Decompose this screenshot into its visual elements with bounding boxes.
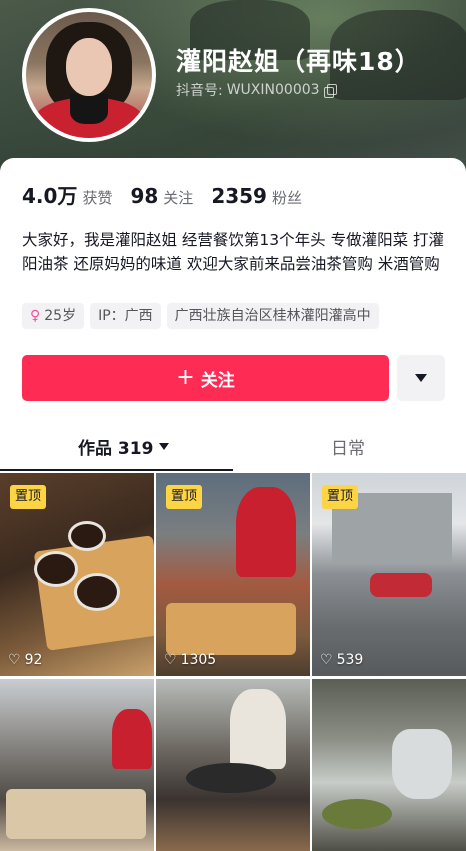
thumbnail-decor — [186, 763, 276, 793]
likes-value: 539 — [336, 652, 364, 668]
likes-value: 92 — [24, 652, 43, 668]
stat-label: 获赞 — [82, 189, 113, 207]
likes-value: 1305 — [180, 652, 217, 668]
pinned-badge: 置顶 — [166, 485, 203, 509]
heart-icon: ♡ — [8, 652, 21, 668]
video-thumbnail[interactable]: 置顶 ♡ 1305 — [156, 473, 310, 676]
follow-label: 关注 — [200, 370, 235, 391]
douyin-id-label: 抖音号: — [176, 83, 223, 99]
female-icon: ♀ — [30, 308, 41, 324]
thumbnail-decor — [6, 789, 146, 839]
video-grid: 置顶 ♡ 92 置顶 ♡ 1305 置顶 ♡ 539 — [0, 473, 466, 851]
profile-bio: 大家好，我是灌阳赵姐 经营餐饮第13个年头 专做灌阳菜 打灌阳油茶 还原妈妈的味… — [22, 231, 445, 273]
copy-icon[interactable] — [323, 84, 337, 98]
tab-daily[interactable]: 日常 — [331, 434, 365, 459]
age-label: 25岁 — [44, 308, 77, 324]
stat-value: 98 — [130, 184, 159, 208]
heart-icon: ♡ — [320, 652, 333, 668]
thumbnail-decor — [392, 729, 452, 799]
tab-works-label: 作品 319 — [78, 439, 154, 459]
heart-icon: ♡ — [164, 652, 177, 668]
location-tag[interactable]: 广西壮族自治区桂林灌阳灌高中 — [166, 303, 379, 329]
thumbnail-decor — [370, 573, 432, 597]
chevron-down-icon — [415, 374, 427, 382]
thumbnail-decor — [74, 573, 120, 611]
profile-tags: ♀ 25岁 IP：广西 广西壮族自治区桂林灌阳灌高中 — [22, 303, 379, 329]
more-options-button[interactable] — [397, 355, 445, 401]
stat-following[interactable]: 98 关注 — [130, 184, 193, 208]
stat-label: 粉丝 — [271, 189, 302, 207]
thumbnail-decor — [68, 521, 106, 551]
active-tab-indicator — [0, 469, 233, 471]
tab-works[interactable]: 作品 319 — [78, 434, 170, 459]
video-thumbnail[interactable] — [156, 679, 310, 851]
thumbnail-decor — [230, 689, 286, 769]
likes-count: ♡ 1305 — [164, 652, 216, 668]
video-thumbnail[interactable] — [0, 679, 154, 851]
ip-tag: IP：广西 — [90, 303, 161, 329]
douyin-id-row[interactable]: 抖音号: WUXIN00003 — [176, 80, 337, 100]
thumbnail-decor — [112, 709, 152, 769]
plus-icon: + — [176, 365, 195, 390]
video-thumbnail[interactable] — [312, 679, 466, 851]
avatar-image — [26, 12, 152, 138]
thumbnail-decor — [166, 603, 296, 655]
video-thumbnail[interactable]: 置顶 ♡ 539 — [312, 473, 466, 676]
thumbnail-decor — [236, 487, 296, 577]
likes-count: ♡ 92 — [8, 652, 42, 668]
thumbnail-decor — [34, 551, 78, 587]
content-tabs: 作品 319 日常 — [0, 428, 466, 472]
chevron-down-icon — [159, 443, 170, 450]
stat-likes[interactable]: 4.0万 获赞 — [22, 180, 112, 209]
likes-count: ♡ 539 — [320, 652, 363, 668]
video-thumbnail[interactable]: 置顶 ♡ 92 — [0, 473, 154, 676]
stat-value: 2359 — [211, 184, 267, 208]
pinned-badge: 置顶 — [10, 485, 47, 509]
stat-followers[interactable]: 2359 粉丝 — [211, 184, 302, 208]
thumbnail-decor — [322, 799, 392, 829]
age-tag: ♀ 25岁 — [22, 303, 85, 329]
profile-name: 灌阳赵姐（再味18） — [176, 47, 421, 76]
follow-button[interactable]: + 关注 — [22, 355, 389, 401]
douyin-id-value: WUXIN00003 — [226, 82, 320, 98]
stats-row: 4.0万 获赞 98 关注 2359 粉丝 — [22, 180, 302, 209]
pinned-badge: 置顶 — [322, 485, 359, 509]
stat-value: 4.0万 — [22, 184, 78, 208]
stat-label: 关注 — [163, 189, 194, 207]
avatar[interactable] — [22, 8, 156, 142]
